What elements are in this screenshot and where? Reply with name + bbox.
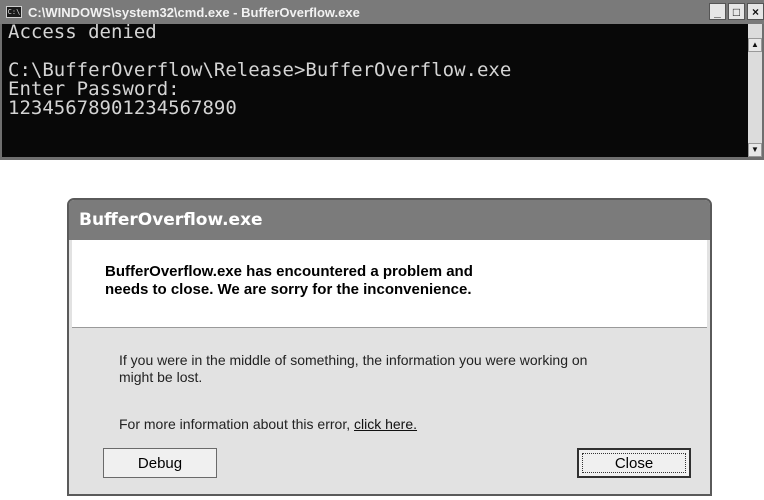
close-button[interactable]: Close xyxy=(577,448,691,478)
error-headline-line: needs to close. We are sorry for the inc… xyxy=(105,281,472,298)
console-title: C:\WINDOWS\system32\cmd.exe - BufferOver… xyxy=(28,4,360,20)
focus-ring xyxy=(582,453,686,473)
more-info-prefix: For more information about this error, xyxy=(119,416,354,432)
error-message: If you were in the middle of something, … xyxy=(119,352,587,386)
minimize-button[interactable]: _ xyxy=(709,3,726,20)
error-message-line: might be lost. xyxy=(119,369,203,385)
more-info-text: For more information about this error, c… xyxy=(119,416,417,432)
dialog-titlebar[interactable]: BufferOverflow.exe xyxy=(69,200,710,240)
click-here-link[interactable]: click here. xyxy=(354,416,417,432)
console-output[interactable]: Access denied C:\BufferOverflow\Release>B… xyxy=(2,23,748,157)
debug-button[interactable]: Debug xyxy=(103,448,217,478)
window-controls: _ □ × xyxy=(709,3,764,20)
dialog-header-panel: BufferOverflow.exe has encountered a pro… xyxy=(72,240,707,328)
console-line: Access denied xyxy=(8,21,157,43)
console-line: 12345678901234567890 xyxy=(8,97,237,119)
maximize-button[interactable]: □ xyxy=(728,3,745,20)
error-headline-line: BufferOverflow.exe has encountered a pro… xyxy=(105,263,473,280)
scroll-up-arrow-icon[interactable]: ▲ xyxy=(748,38,762,52)
scroll-down-arrow-icon[interactable]: ▼ xyxy=(748,143,762,157)
console-scrollbar[interactable]: ▲ ▼ xyxy=(748,24,762,157)
dialog-title: BufferOverflow.exe xyxy=(79,210,263,230)
console-text: Access denied C:\BufferOverflow\Release>B… xyxy=(8,23,511,118)
close-window-button[interactable]: × xyxy=(747,3,764,20)
console-app-icon[interactable]: C:\ xyxy=(6,6,22,18)
console-window: C:\ C:\WINDOWS\system32\cmd.exe - Buffer… xyxy=(0,0,764,160)
error-message-line: If you were in the middle of something, … xyxy=(119,352,588,368)
error-dialog: BufferOverflow.exe BufferOverflow.exe ha… xyxy=(67,198,712,496)
error-headline: BufferOverflow.exe has encountered a pro… xyxy=(105,263,473,299)
